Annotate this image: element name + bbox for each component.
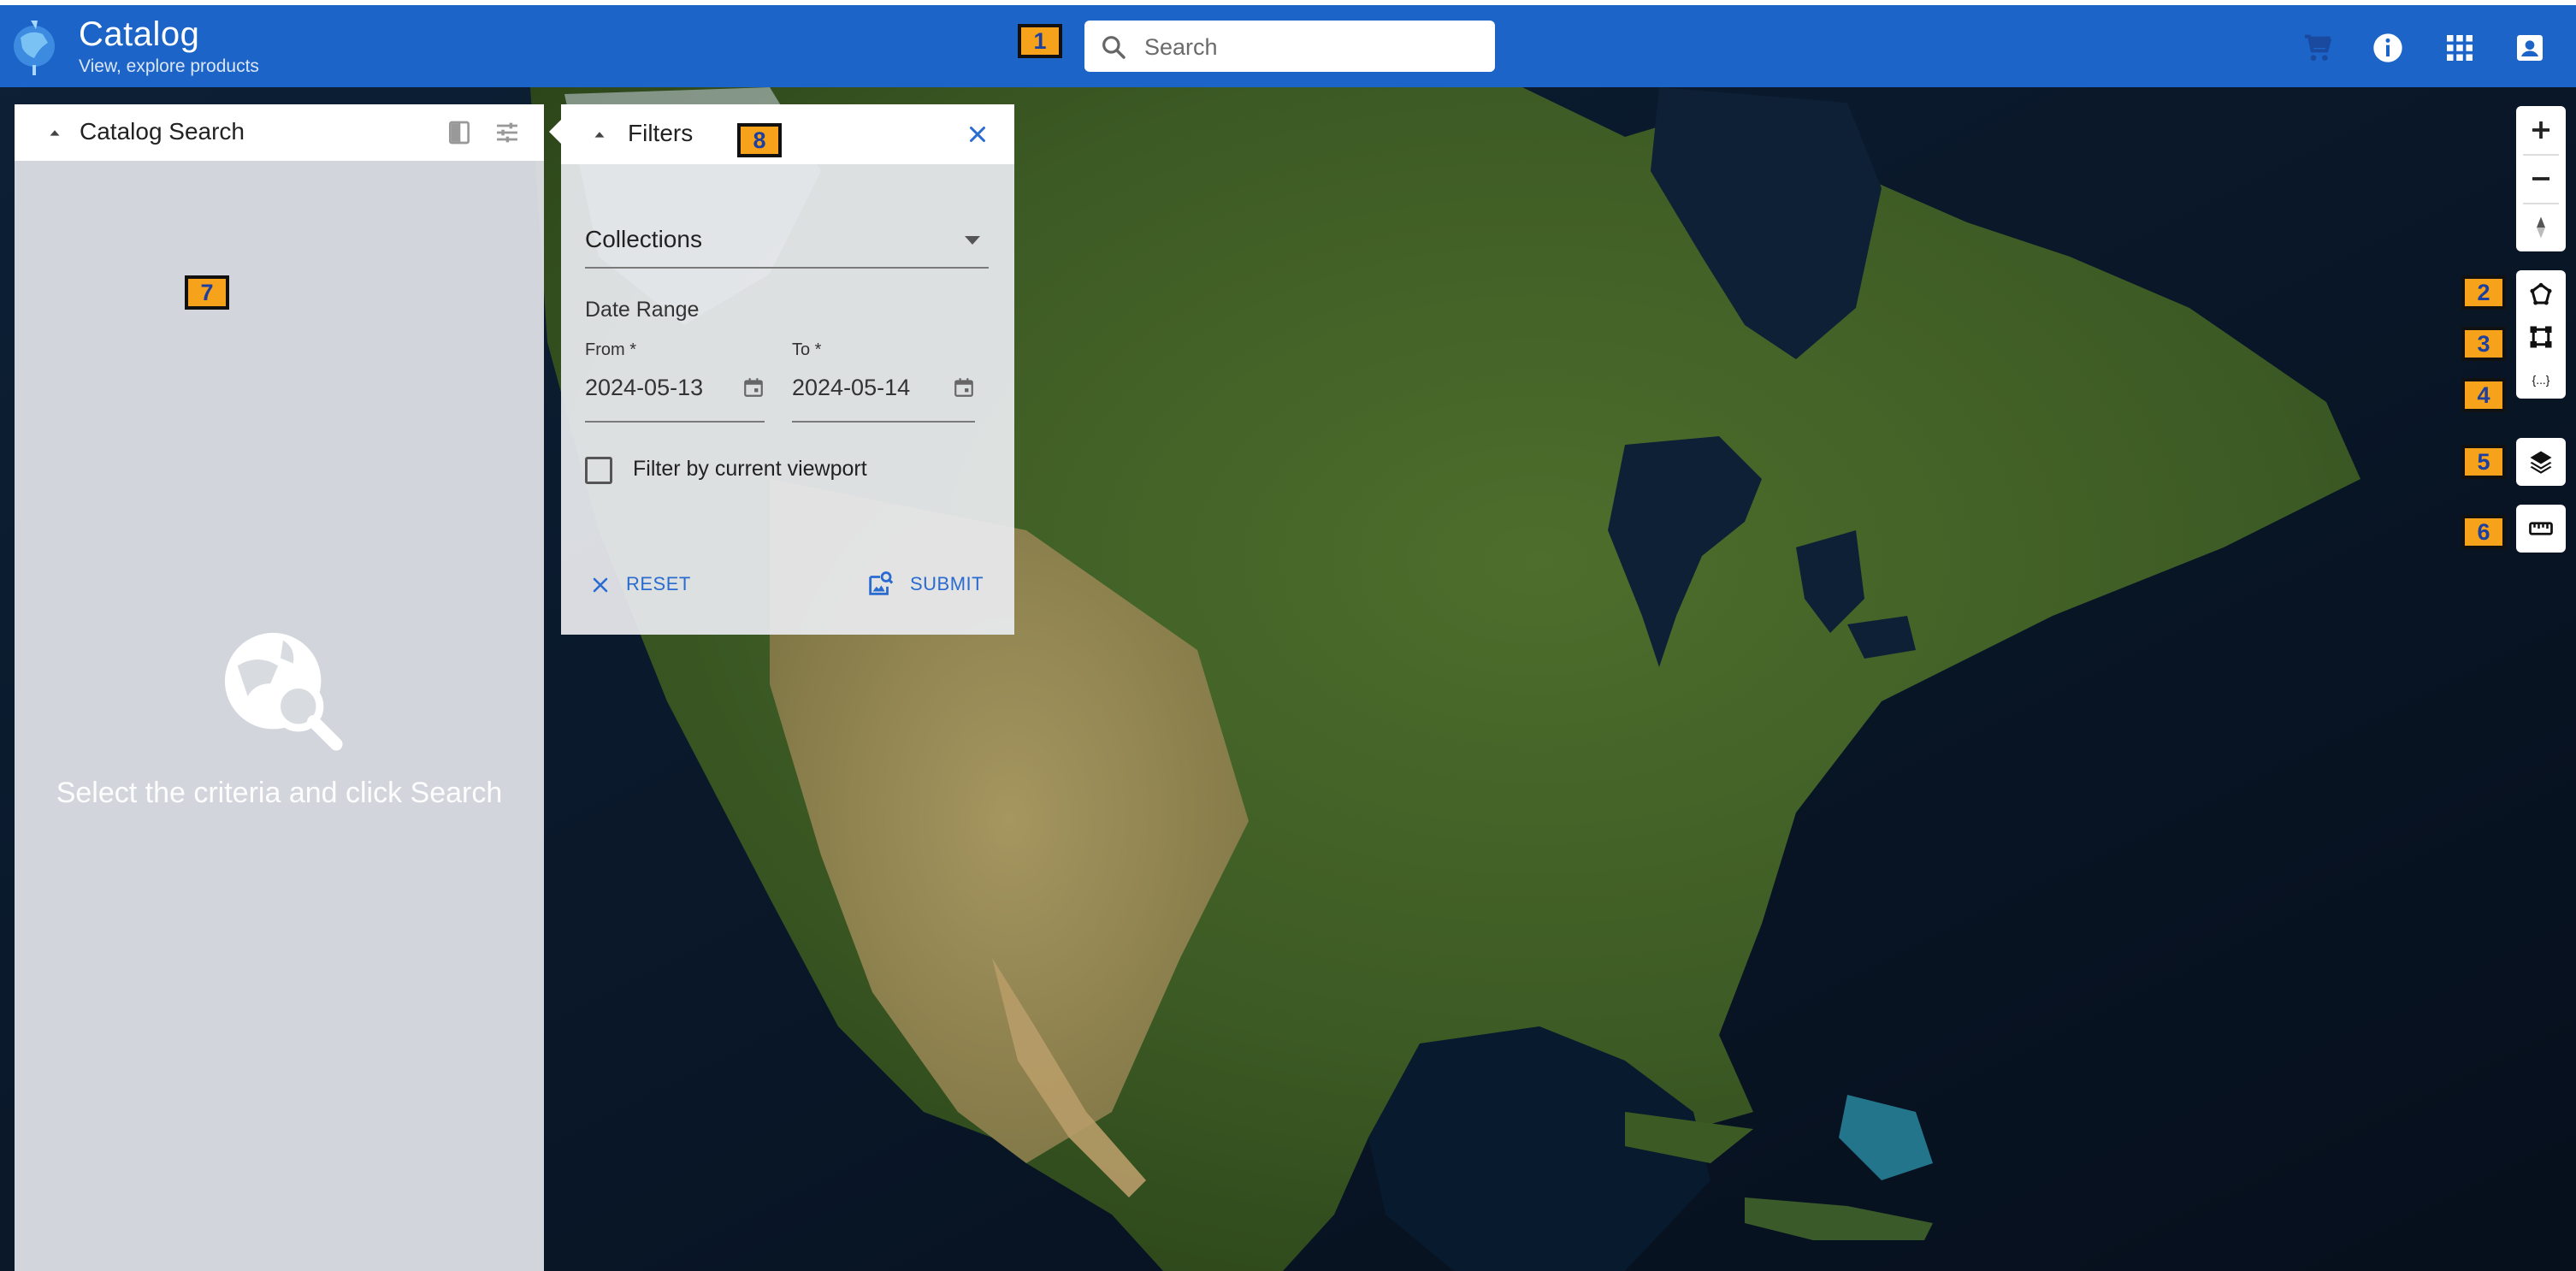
close-icon bbox=[593, 577, 608, 593]
from-date-value: 2024-05-13 bbox=[585, 375, 704, 400]
compass-icon bbox=[2537, 216, 2545, 239]
draw-polygon-icon bbox=[2530, 282, 2552, 305]
ruler-button[interactable] bbox=[2516, 505, 2566, 553]
cart-icon[interactable] bbox=[2301, 31, 2335, 65]
app-subtitle: View, explore products bbox=[79, 56, 259, 76]
geojson-button[interactable]: {...} bbox=[2516, 356, 2566, 399]
draw-polygon-button[interactable] bbox=[2516, 270, 2566, 318]
compass-button[interactable] bbox=[2516, 204, 2566, 251]
badge-8: 8 bbox=[737, 123, 782, 157]
header-top-border bbox=[0, 0, 2576, 5]
geojson-icon: {...} bbox=[2532, 374, 2550, 387]
tune-settings-icon[interactable] bbox=[493, 119, 521, 146]
to-date-field[interactable]: To * 2024-05-14 bbox=[792, 340, 975, 423]
layers-icon bbox=[2530, 451, 2552, 474]
zoom-in-button[interactable] bbox=[2516, 106, 2566, 154]
collapse-arrow-icon[interactable] bbox=[45, 123, 64, 142]
filters-header: Filters bbox=[561, 104, 1014, 164]
catalog-search-header: Catalog Search bbox=[15, 104, 544, 161]
catalog-search-title: Catalog Search bbox=[80, 118, 245, 145]
chevron-down-icon bbox=[965, 236, 980, 245]
to-date-value: 2024-05-14 bbox=[792, 375, 911, 400]
apps-icon[interactable] bbox=[2443, 31, 2477, 65]
filters-panel: Filters Collections Date Range From * 20… bbox=[549, 104, 1014, 635]
calendar-icon[interactable] bbox=[953, 376, 975, 399]
ruler-icon bbox=[2529, 522, 2553, 535]
badge-4: 4 bbox=[2461, 378, 2506, 412]
draw-rectangle-button[interactable] bbox=[2516, 313, 2566, 356]
from-date-label: From * bbox=[585, 340, 636, 359]
svg-text:{...}: {...} bbox=[2532, 374, 2550, 387]
collections-label: Collections bbox=[585, 226, 702, 252]
layers-control bbox=[2516, 438, 2566, 486]
search-box[interactable] bbox=[1084, 21, 1495, 72]
submit-label: SUBMIT bbox=[910, 573, 984, 594]
collapse-arrow-icon[interactable] bbox=[590, 125, 609, 144]
image-search-icon bbox=[869, 571, 894, 595]
zoom-controls bbox=[2516, 106, 2566, 251]
globe-logo-icon bbox=[14, 21, 55, 75]
collections-select[interactable]: Collections bbox=[585, 216, 989, 269]
zoom-out-icon bbox=[2532, 177, 2549, 180]
badge-1: 1 bbox=[1018, 24, 1062, 58]
filters-pointer bbox=[549, 120, 561, 144]
badge-7: 7 bbox=[185, 275, 229, 310]
split-layout-icon[interactable] bbox=[446, 119, 473, 146]
submit-button[interactable]: SUBMIT bbox=[866, 570, 994, 604]
reset-label: RESET bbox=[626, 573, 691, 594]
empty-state-message: Select the criteria and click Search bbox=[56, 777, 503, 809]
date-range-label: Date Range bbox=[585, 298, 700, 322]
zoom-out-button[interactable] bbox=[2516, 155, 2566, 203]
catalog-search-panel: Catalog Search Select the criteria and c… bbox=[15, 104, 544, 1271]
layers-button[interactable] bbox=[2516, 438, 2566, 486]
search-input[interactable] bbox=[1143, 27, 1488, 67]
app-header: Catalog View, explore products bbox=[0, 5, 2576, 87]
draw-rectangle-icon bbox=[2530, 326, 2552, 348]
filters-title: Filters bbox=[628, 120, 694, 146]
badge-5: 5 bbox=[2461, 445, 2506, 479]
viewport-filter-label: Filter by current viewport bbox=[633, 457, 867, 481]
from-date-field[interactable]: From * 2024-05-13 bbox=[585, 340, 765, 423]
draw-tools: {...} bbox=[2516, 270, 2566, 399]
app-title: Catalog bbox=[79, 15, 200, 53]
info-icon[interactable] bbox=[2371, 31, 2405, 65]
badge-2: 2 bbox=[2461, 275, 2506, 310]
badge-6: 6 bbox=[2461, 515, 2506, 549]
to-date-label: To * bbox=[792, 340, 822, 359]
calendar-icon[interactable] bbox=[742, 376, 765, 399]
viewport-filter-checkbox[interactable] bbox=[585, 457, 612, 484]
zoom-in-icon bbox=[2532, 121, 2549, 139]
account-icon[interactable] bbox=[2513, 31, 2547, 65]
badge-3: 3 bbox=[2461, 327, 2506, 361]
search-globe-icon bbox=[224, 632, 343, 751]
close-icon[interactable] bbox=[965, 121, 990, 147]
search-icon bbox=[1102, 36, 1126, 59]
measure-control bbox=[2516, 505, 2566, 553]
